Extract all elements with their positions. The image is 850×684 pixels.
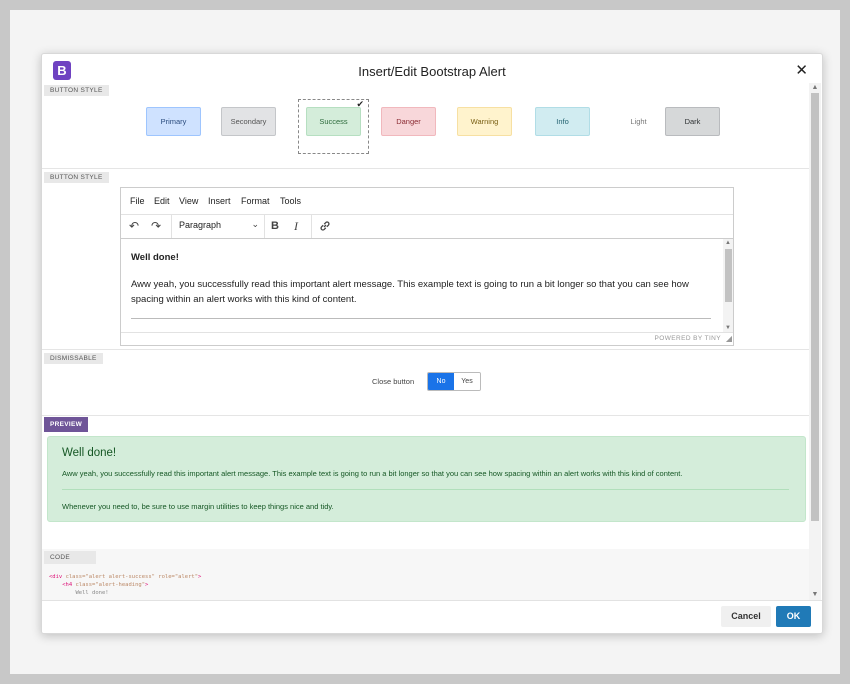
scroll-up-icon[interactable]: ▲ — [723, 239, 733, 247]
menu-format[interactable]: Format — [241, 196, 270, 206]
dialog-title: Insert/Edit Bootstrap Alert — [358, 64, 506, 79]
menu-edit[interactable]: Edit — [154, 196, 170, 206]
close-icon[interactable]: ✕ — [795, 61, 808, 79]
cancel-button[interactable]: Cancel — [721, 606, 771, 627]
ok-button[interactable]: OK — [776, 606, 811, 627]
code-snippet: <div class="alert alert-success" role="a… — [49, 573, 201, 597]
section-label-preview: PREVIEW — [44, 417, 89, 432]
editor-body-text: Aww yeah, you successfully read this imp… — [131, 279, 689, 305]
link-icon[interactable] — [319, 220, 331, 235]
preview-text-secondary: Whenever you need to, be sure to use mar… — [62, 502, 334, 511]
code-attr: class="alert alert-success" role="alert" — [65, 574, 199, 580]
editor-scrollbar[interactable]: ▲ ▼ — [723, 239, 733, 332]
code-section: CODE <div class="alert alert-success" ro… — [42, 549, 809, 600]
editor-toolbar: ↶ ↷ Paragraph ⌄ B I — [121, 214, 733, 239]
scroll-down-icon[interactable]: ▼ — [723, 324, 733, 332]
preview-hr — [62, 489, 789, 490]
toggle-no-option[interactable]: No — [428, 373, 454, 390]
editor-hr — [131, 318, 711, 319]
toggle-yes-option[interactable]: Yes — [454, 373, 480, 390]
section-label-dismissable: DISMISSABLE — [44, 353, 103, 364]
block-format-select[interactable]: Paragraph ⌄ — [179, 219, 261, 230]
toolbar-divider — [311, 214, 312, 238]
style-button-dark[interactable]: Dark — [665, 107, 720, 136]
chevron-down-icon: ⌄ — [251, 219, 259, 229]
divider — [42, 349, 809, 350]
menu-file[interactable]: File — [130, 196, 145, 206]
dialog-footer: Cancel OK — [42, 600, 822, 633]
code-tag: > — [145, 582, 149, 588]
style-button-info[interactable]: Info — [535, 107, 590, 136]
menu-tools[interactable]: Tools — [280, 196, 301, 206]
editor-content[interactable]: Well done! Aww yeah, you successfully re… — [131, 250, 711, 319]
style-button-warning[interactable]: Warning — [457, 107, 512, 136]
dialog-header: B Insert/Edit Bootstrap Alert ✕ — [42, 54, 822, 84]
preview-text: Aww yeah, you successfully read this imp… — [62, 469, 683, 478]
style-button-primary[interactable]: Primary — [146, 107, 201, 136]
scroll-up-icon[interactable]: ▲ — [809, 83, 821, 93]
editor-scroll-thumb[interactable] — [725, 249, 732, 302]
dialog-scroll-thumb[interactable] — [811, 93, 819, 521]
rich-text-editor: File Edit View Insert Format Tools ↶ ↷ P… — [120, 187, 734, 346]
section-label-content: BUTTON STYLE — [44, 172, 109, 183]
menu-view[interactable]: View — [179, 196, 198, 206]
powered-by-link[interactable]: POWERED BY TINY — [655, 335, 721, 342]
code-text: Well done! — [49, 590, 109, 596]
style-button-secondary[interactable]: Secondary — [221, 107, 276, 136]
link-icon-svg — [320, 221, 330, 231]
code-tag: <h4 — [49, 582, 76, 588]
undo-icon[interactable]: ↶ — [129, 219, 139, 233]
resize-grip-icon[interactable]: ◢ — [726, 334, 732, 343]
toolbar-divider — [171, 214, 172, 238]
scroll-down-icon[interactable]: ▼ — [809, 590, 821, 600]
block-format-value: Paragraph — [179, 220, 222, 230]
dialog-scrollbar[interactable]: ▲ ▼ — [809, 83, 821, 600]
style-button-danger[interactable]: Danger — [381, 107, 436, 136]
menu-insert[interactable]: Insert — [208, 196, 231, 206]
divider — [42, 168, 809, 169]
section-label-code: CODE — [44, 551, 96, 564]
bootstrap-alert-dialog: B Insert/Edit Bootstrap Alert ✕ BUTTON S… — [41, 53, 823, 634]
close-button-label: Close button — [372, 377, 415, 386]
redo-icon[interactable]: ↷ — [151, 219, 161, 233]
section-label-style: BUTTON STYLE — [44, 85, 109, 96]
code-tag: > — [198, 574, 202, 580]
style-button-light[interactable]: Light — [611, 107, 666, 136]
preview-heading: Well done! — [62, 447, 117, 459]
code-attr: class="alert-heading" — [75, 582, 146, 588]
italic-icon[interactable]: I — [294, 219, 298, 234]
style-button-success[interactable]: Success — [306, 107, 361, 136]
editor-heading: Well done! — [131, 252, 179, 263]
bold-icon[interactable]: B — [271, 220, 279, 232]
editor-statusbar: POWERED BY TINY ◢ — [121, 332, 733, 345]
divider — [42, 415, 809, 416]
dialog-body: BUTTON STYLE ✔ Primary Secondary Success Da… — [42, 83, 809, 600]
alert-preview: Well done! Aww yeah, you successfully re… — [47, 436, 806, 522]
close-button-toggle: No Yes — [427, 372, 481, 391]
code-tag: <div — [49, 574, 66, 580]
toolbar-divider — [264, 214, 265, 238]
editor-menubar: File Edit View Insert Format Tools — [121, 188, 733, 215]
